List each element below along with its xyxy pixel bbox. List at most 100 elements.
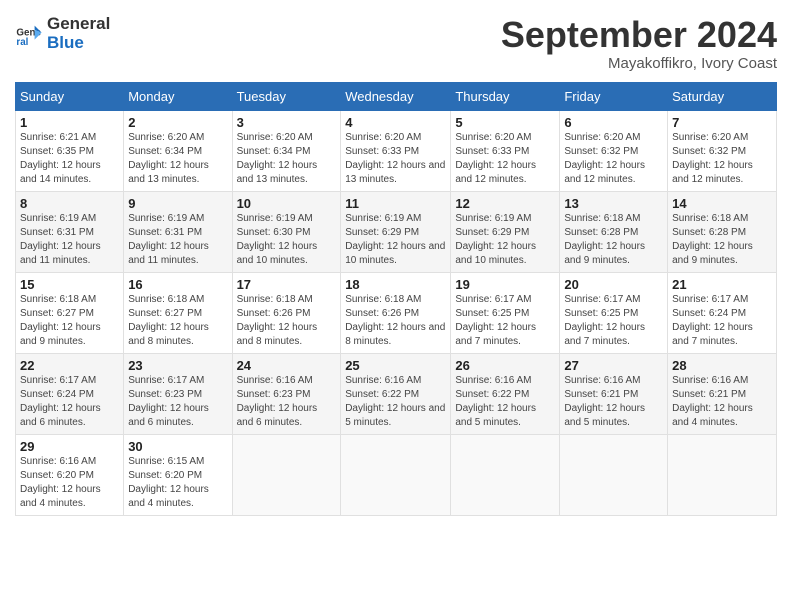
- month-title: September 2024: [501, 15, 777, 55]
- col-thursday: Thursday: [451, 82, 560, 110]
- day-number: 12: [455, 196, 555, 211]
- day-number: 23: [128, 358, 227, 373]
- table-row: 1Sunrise: 6:21 AMSunset: 6:35 PMDaylight…: [16, 110, 124, 191]
- day-info: Sunrise: 6:17 AMSunset: 6:25 PMDaylight:…: [455, 293, 555, 349]
- col-sunday: Sunday: [16, 82, 124, 110]
- table-row: 21Sunrise: 6:17 AMSunset: 6:24 PMDayligh…: [668, 272, 777, 353]
- table-row: [451, 434, 560, 515]
- table-row: 25Sunrise: 6:16 AMSunset: 6:22 PMDayligh…: [341, 353, 451, 434]
- table-row: 14Sunrise: 6:18 AMSunset: 6:28 PMDayligh…: [668, 191, 777, 272]
- table-row: 15Sunrise: 6:18 AMSunset: 6:27 PMDayligh…: [16, 272, 124, 353]
- col-saturday: Saturday: [668, 82, 777, 110]
- day-info: Sunrise: 6:20 AMSunset: 6:32 PMDaylight:…: [564, 131, 663, 187]
- day-number: 30: [128, 439, 227, 454]
- table-row: 29Sunrise: 6:16 AMSunset: 6:20 PMDayligh…: [16, 434, 124, 515]
- day-number: 29: [20, 439, 119, 454]
- calendar-table: Sunday Monday Tuesday Wednesday Thursday…: [15, 82, 777, 516]
- day-info: Sunrise: 6:20 AMSunset: 6:34 PMDaylight:…: [128, 131, 227, 187]
- day-info: Sunrise: 6:16 AMSunset: 6:22 PMDaylight:…: [455, 374, 555, 430]
- col-tuesday: Tuesday: [232, 82, 341, 110]
- calendar-week-row: 29Sunrise: 6:16 AMSunset: 6:20 PMDayligh…: [16, 434, 777, 515]
- day-info: Sunrise: 6:20 AMSunset: 6:34 PMDaylight:…: [237, 131, 337, 187]
- calendar-week-row: 15Sunrise: 6:18 AMSunset: 6:27 PMDayligh…: [16, 272, 777, 353]
- day-number: 22: [20, 358, 119, 373]
- day-number: 13: [564, 196, 663, 211]
- day-number: 16: [128, 277, 227, 292]
- location: Mayakoffikro, Ivory Coast: [501, 55, 777, 72]
- day-number: 27: [564, 358, 663, 373]
- day-number: 1: [20, 115, 119, 130]
- table-row: 13Sunrise: 6:18 AMSunset: 6:28 PMDayligh…: [560, 191, 668, 272]
- table-row: 20Sunrise: 6:17 AMSunset: 6:25 PMDayligh…: [560, 272, 668, 353]
- main-container: Gene ral General Blue September 2024 May…: [0, 0, 792, 526]
- table-row: [668, 434, 777, 515]
- day-info: Sunrise: 6:16 AMSunset: 6:21 PMDaylight:…: [564, 374, 663, 430]
- day-info: Sunrise: 6:18 AMSunset: 6:28 PMDaylight:…: [564, 212, 663, 268]
- day-info: Sunrise: 6:17 AMSunset: 6:24 PMDaylight:…: [20, 374, 119, 430]
- day-number: 5: [455, 115, 555, 130]
- table-row: 16Sunrise: 6:18 AMSunset: 6:27 PMDayligh…: [124, 272, 232, 353]
- day-info: Sunrise: 6:18 AMSunset: 6:27 PMDaylight:…: [20, 293, 119, 349]
- day-number: 18: [345, 277, 446, 292]
- day-number: 6: [564, 115, 663, 130]
- day-info: Sunrise: 6:18 AMSunset: 6:28 PMDaylight:…: [672, 212, 772, 268]
- table-row: 28Sunrise: 6:16 AMSunset: 6:21 PMDayligh…: [668, 353, 777, 434]
- day-info: Sunrise: 6:17 AMSunset: 6:25 PMDaylight:…: [564, 293, 663, 349]
- day-number: 9: [128, 196, 227, 211]
- day-info: Sunrise: 6:18 AMSunset: 6:26 PMDaylight:…: [345, 293, 446, 349]
- day-number: 2: [128, 115, 227, 130]
- table-row: 18Sunrise: 6:18 AMSunset: 6:26 PMDayligh…: [341, 272, 451, 353]
- calendar-header-row: Sunday Monday Tuesday Wednesday Thursday…: [16, 82, 777, 110]
- table-row: 7Sunrise: 6:20 AMSunset: 6:32 PMDaylight…: [668, 110, 777, 191]
- svg-text:ral: ral: [16, 37, 28, 48]
- table-row: [560, 434, 668, 515]
- table-row: 24Sunrise: 6:16 AMSunset: 6:23 PMDayligh…: [232, 353, 341, 434]
- day-number: 26: [455, 358, 555, 373]
- day-info: Sunrise: 6:19 AMSunset: 6:31 PMDaylight:…: [128, 212, 227, 268]
- table-row: 17Sunrise: 6:18 AMSunset: 6:26 PMDayligh…: [232, 272, 341, 353]
- day-info: Sunrise: 6:16 AMSunset: 6:20 PMDaylight:…: [20, 455, 119, 511]
- calendar-week-row: 22Sunrise: 6:17 AMSunset: 6:24 PMDayligh…: [16, 353, 777, 434]
- table-row: 3Sunrise: 6:20 AMSunset: 6:34 PMDaylight…: [232, 110, 341, 191]
- day-info: Sunrise: 6:19 AMSunset: 6:29 PMDaylight:…: [345, 212, 446, 268]
- day-info: Sunrise: 6:17 AMSunset: 6:24 PMDaylight:…: [672, 293, 772, 349]
- day-info: Sunrise: 6:20 AMSunset: 6:33 PMDaylight:…: [455, 131, 555, 187]
- day-info: Sunrise: 6:19 AMSunset: 6:29 PMDaylight:…: [455, 212, 555, 268]
- table-row: 23Sunrise: 6:17 AMSunset: 6:23 PMDayligh…: [124, 353, 232, 434]
- table-row: 19Sunrise: 6:17 AMSunset: 6:25 PMDayligh…: [451, 272, 560, 353]
- col-wednesday: Wednesday: [341, 82, 451, 110]
- day-number: 24: [237, 358, 337, 373]
- day-info: Sunrise: 6:18 AMSunset: 6:26 PMDaylight:…: [237, 293, 337, 349]
- logo-icon: Gene ral: [15, 20, 43, 48]
- day-info: Sunrise: 6:20 AMSunset: 6:32 PMDaylight:…: [672, 131, 772, 187]
- day-info: Sunrise: 6:21 AMSunset: 6:35 PMDaylight:…: [20, 131, 119, 187]
- day-number: 4: [345, 115, 446, 130]
- table-row: 11Sunrise: 6:19 AMSunset: 6:29 PMDayligh…: [341, 191, 451, 272]
- logo: Gene ral General Blue: [15, 15, 110, 52]
- logo-text-line2: Blue: [47, 34, 110, 53]
- day-number: 21: [672, 277, 772, 292]
- table-row: 22Sunrise: 6:17 AMSunset: 6:24 PMDayligh…: [16, 353, 124, 434]
- table-row: 26Sunrise: 6:16 AMSunset: 6:22 PMDayligh…: [451, 353, 560, 434]
- col-monday: Monday: [124, 82, 232, 110]
- title-section: September 2024 Mayakoffikro, Ivory Coast: [501, 15, 777, 72]
- day-number: 15: [20, 277, 119, 292]
- col-friday: Friday: [560, 82, 668, 110]
- day-number: 10: [237, 196, 337, 211]
- header: Gene ral General Blue September 2024 May…: [15, 15, 777, 72]
- calendar-body: 1Sunrise: 6:21 AMSunset: 6:35 PMDaylight…: [16, 110, 777, 515]
- day-info: Sunrise: 6:15 AMSunset: 6:20 PMDaylight:…: [128, 455, 227, 511]
- day-info: Sunrise: 6:18 AMSunset: 6:27 PMDaylight:…: [128, 293, 227, 349]
- logo-text-line1: General: [47, 15, 110, 34]
- table-row: [341, 434, 451, 515]
- calendar-week-row: 8Sunrise: 6:19 AMSunset: 6:31 PMDaylight…: [16, 191, 777, 272]
- day-number: 7: [672, 115, 772, 130]
- day-info: Sunrise: 6:20 AMSunset: 6:33 PMDaylight:…: [345, 131, 446, 187]
- day-number: 11: [345, 196, 446, 211]
- day-number: 17: [237, 277, 337, 292]
- day-number: 20: [564, 277, 663, 292]
- table-row: 9Sunrise: 6:19 AMSunset: 6:31 PMDaylight…: [124, 191, 232, 272]
- day-number: 28: [672, 358, 772, 373]
- table-row: 6Sunrise: 6:20 AMSunset: 6:32 PMDaylight…: [560, 110, 668, 191]
- day-info: Sunrise: 6:19 AMSunset: 6:31 PMDaylight:…: [20, 212, 119, 268]
